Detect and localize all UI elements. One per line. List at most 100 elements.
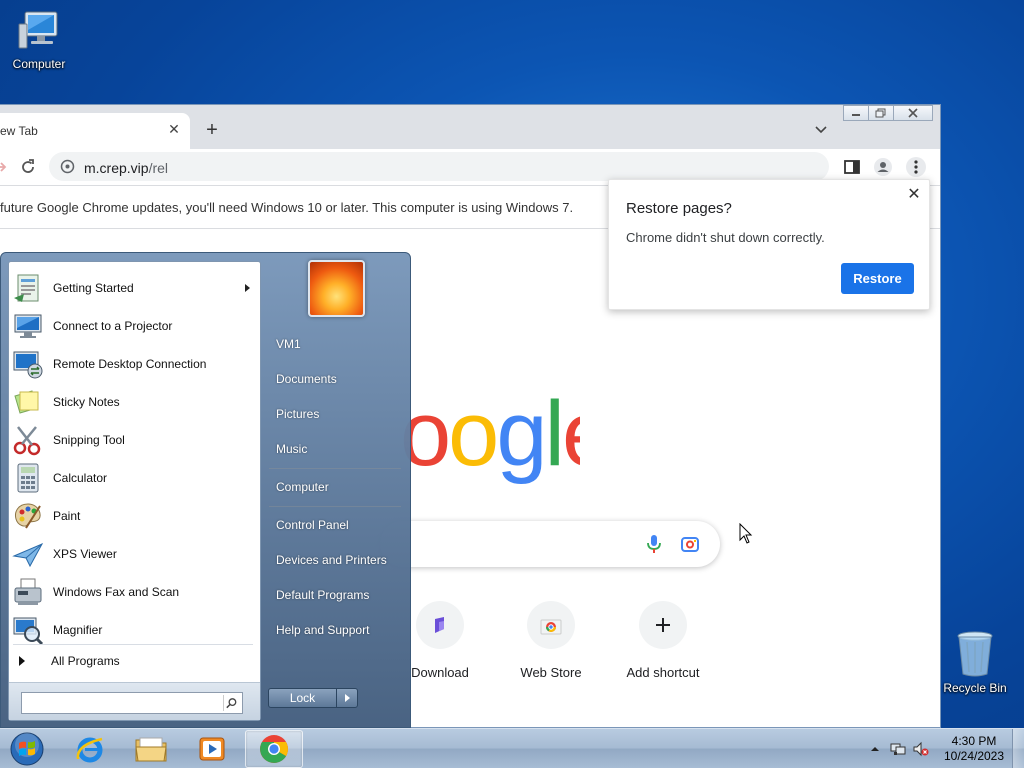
search-icon[interactable]	[223, 695, 239, 711]
shutdown-options-button[interactable]	[337, 689, 357, 707]
folder-icon	[135, 737, 167, 762]
desktop-icon-label: Recycle Bin	[943, 681, 1007, 695]
close-icon[interactable]: ✕	[905, 186, 923, 204]
user-picture[interactable]	[308, 260, 365, 317]
download-site-icon	[435, 617, 444, 633]
chevron-down-icon[interactable]	[812, 121, 830, 139]
network-icon[interactable]	[890, 741, 906, 757]
program-label: Getting Started	[53, 281, 134, 295]
google-logo-text: oogle	[400, 385, 580, 485]
site-info-icon[interactable]	[60, 159, 75, 174]
recycle-bin-icon	[957, 631, 993, 677]
program-magnifier[interactable]: Magnifier	[12, 612, 257, 648]
start-search-area	[9, 682, 260, 720]
program-getting-started[interactable]: Getting Started	[12, 270, 257, 306]
start-link-documents[interactable]: Documents	[276, 372, 337, 386]
reload-icon[interactable]	[18, 157, 38, 177]
start-menu: Getting Started Connect to a Projector R…	[0, 252, 411, 728]
internet-explorer-icon	[76, 737, 103, 763]
program-sticky-notes[interactable]: Sticky Notes	[12, 384, 257, 420]
start-link-devices-printers[interactable]: Devices and Printers	[276, 553, 387, 567]
program-fax-and-scan[interactable]: Windows Fax and Scan	[12, 574, 257, 610]
getting-started-icon	[14, 274, 39, 302]
start-link-control-panel[interactable]: Control Panel	[276, 518, 349, 532]
tab-strip: ew Tab ✕ +	[0, 105, 940, 149]
program-label: Remote Desktop Connection	[53, 357, 207, 371]
program-remote-desktop[interactable]: Remote Desktop Connection	[12, 346, 257, 382]
taskbar-internet-explorer[interactable]	[61, 730, 119, 768]
start-link-default-programs[interactable]: Default Programs	[276, 588, 369, 602]
right-pane-separator	[269, 468, 401, 469]
url-path: /rel	[148, 160, 169, 176]
fax-scan-icon	[14, 578, 42, 605]
camera-lens-icon[interactable]	[680, 534, 700, 554]
google-logo-g: g	[496, 385, 544, 485]
system-clock[interactable]: 4:30 PM 10/24/2023	[940, 734, 1008, 764]
google-search-box[interactable]	[380, 521, 720, 567]
program-label: Connect to a Projector	[53, 319, 173, 333]
minimize-icon	[852, 114, 860, 116]
start-menu-programs-pane: Getting Started Connect to a Projector R…	[8, 261, 261, 721]
program-calculator[interactable]: Calculator	[12, 460, 257, 496]
program-snipping-tool[interactable]: Snipping Tool	[12, 422, 257, 458]
shortcut-label: Web Store	[520, 665, 582, 680]
right-pane-separator	[269, 506, 401, 507]
start-link-computer[interactable]: Computer	[276, 480, 329, 494]
program-paint[interactable]: Paint	[12, 498, 257, 534]
tab-new-tab[interactable]: ew Tab ✕	[0, 113, 190, 149]
chrome-icon	[260, 735, 288, 763]
omnibox[interactable]: m.crep.vip/rel	[49, 152, 829, 181]
taskbar: 4:30 PM 10/24/2023	[0, 728, 1024, 768]
shortcut-icon-circle	[639, 601, 687, 649]
new-tab-button[interactable]: +	[201, 120, 223, 142]
scissors-icon	[13, 426, 41, 456]
taskbar-file-explorer[interactable]	[122, 730, 180, 768]
paint-palette-icon	[15, 503, 41, 529]
start-search-input[interactable]	[21, 692, 243, 714]
start-link-user[interactable]: VM1	[276, 337, 301, 351]
minimize-button[interactable]	[843, 105, 869, 121]
show-hidden-icons[interactable]	[867, 741, 883, 757]
program-label: XPS Viewer	[53, 547, 117, 561]
url-text: m.crep.vip/rel	[84, 160, 168, 176]
volume-muted-icon[interactable]	[913, 741, 929, 757]
program-label: Calculator	[53, 471, 108, 485]
start-button[interactable]	[6, 730, 48, 768]
start-link-music[interactable]: Music	[276, 442, 307, 456]
desktop-icon-computer[interactable]: Computer	[4, 10, 74, 71]
show-desktop-button[interactable]	[1012, 729, 1024, 768]
maximize-button[interactable]	[868, 105, 894, 121]
url-host: m.crep.vip	[84, 160, 149, 176]
tab-title: ew Tab	[0, 124, 38, 138]
close-window-button[interactable]	[893, 105, 933, 121]
tab-close-icon[interactable]: ✕	[166, 121, 182, 137]
restore-button[interactable]: Restore	[841, 263, 914, 294]
lock-button[interactable]: Lock	[269, 689, 337, 707]
taskbar-media-player[interactable]	[183, 730, 241, 768]
profile-icon[interactable]	[873, 157, 893, 177]
clock-time: 4:30 PM	[951, 734, 997, 748]
all-programs-button[interactable]: All Programs	[19, 650, 120, 672]
shortcut-label: Add shortcut	[626, 665, 700, 680]
start-link-pictures[interactable]: Pictures	[276, 407, 319, 421]
magnifier-icon	[13, 617, 44, 646]
all-programs-arrow-icon	[19, 656, 25, 666]
start-link-help-support[interactable]: Help and Support	[276, 623, 369, 637]
shortcut-web-store[interactable]: Web Store	[496, 601, 606, 680]
side-panel-icon[interactable]	[842, 157, 862, 177]
windows-orb-icon	[10, 732, 44, 766]
shortcut-icon-circle	[527, 601, 575, 649]
program-connect-to-projector[interactable]: Connect to a Projector	[12, 308, 257, 344]
taskbar-chrome[interactable]	[245, 730, 303, 768]
shortcut-add[interactable]: Add shortcut	[608, 601, 718, 680]
forward-arrow-icon[interactable]	[0, 157, 10, 177]
desktop-icon-label: Computer	[12, 57, 66, 71]
desktop-icon-recycle-bin[interactable]: Recycle Bin	[940, 630, 1010, 695]
close-icon	[908, 108, 918, 118]
arrow-right-icon	[344, 694, 350, 702]
menu-dots-icon[interactable]	[906, 157, 926, 177]
program-label: Sticky Notes	[53, 395, 120, 409]
microphone-icon[interactable]	[646, 534, 662, 554]
program-xps-viewer[interactable]: XPS Viewer	[12, 536, 257, 572]
shortcut-icon-circle	[416, 601, 464, 649]
